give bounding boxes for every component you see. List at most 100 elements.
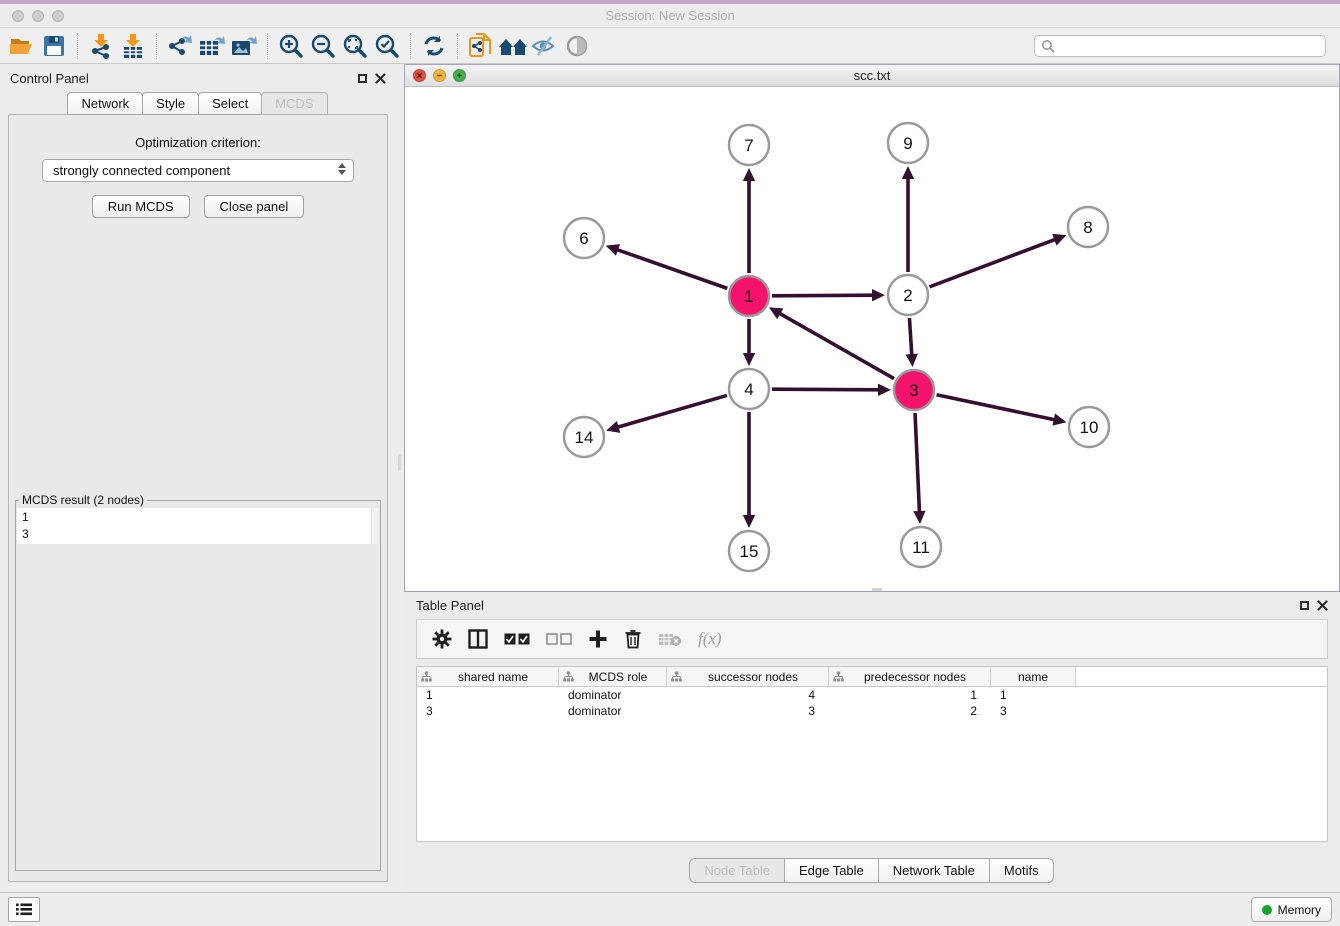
table-toolbar: f(x) <box>416 619 1328 659</box>
close-panel-button[interactable]: Close panel <box>204 195 305 218</box>
delete-column-button[interactable] <box>624 629 642 649</box>
show-columns-button[interactable] <box>468 629 488 649</box>
import-table-button[interactable] <box>117 31 149 61</box>
tab-node-table[interactable]: Node Table <box>689 858 785 883</box>
arrowhead-2-9 <box>902 166 914 179</box>
optimization-criterion-select[interactable]: strongly connected component <box>42 159 354 182</box>
table-row[interactable]: 3dominator323 <box>417 703 1327 719</box>
network-canvas[interactable]: 1 2 3 4 6 7 8 9 10 11 14 15 <box>405 87 1339 591</box>
zoom-selected-button[interactable] <box>371 31 403 61</box>
tab-mcds[interactable]: MCDS <box>261 92 327 115</box>
export-network-button[interactable] <box>164 31 196 61</box>
toolbar-separator <box>267 33 268 59</box>
column-header-name[interactable]: name <box>991 667 1076 687</box>
select-all-columns-button[interactable] <box>504 633 530 645</box>
edge-2-3[interactable] <box>909 318 911 356</box>
column-header-MCDS-role[interactable]: MCDS role <box>559 667 667 687</box>
export-image-button[interactable] <box>228 31 260 61</box>
memory-button[interactable]: Memory <box>1251 897 1332 922</box>
tree-icon <box>671 671 682 682</box>
mcds-result-list[interactable]: 13 <box>17 508 379 544</box>
node-4[interactable]: 4 <box>729 369 769 409</box>
edge-2-8[interactable] <box>930 239 1057 287</box>
edge-3-10[interactable] <box>937 395 1056 420</box>
refresh-button[interactable] <box>418 31 450 61</box>
node-14[interactable]: 14 <box>564 417 604 457</box>
network-maximize-icon[interactable] <box>453 69 466 82</box>
tab-network[interactable]: Network <box>67 92 143 115</box>
float-table-panel-icon[interactable] <box>1300 601 1309 610</box>
node-6[interactable]: 6 <box>564 218 604 258</box>
zoom-in-button[interactable] <box>275 31 307 61</box>
tab-style[interactable]: Style <box>142 92 199 115</box>
node-2[interactable]: 2 <box>888 275 928 315</box>
panel-splitter[interactable] <box>396 64 404 892</box>
table-row[interactable]: 1dominator411 <box>417 687 1327 703</box>
window-controls <box>12 10 64 22</box>
import-network-button[interactable] <box>85 31 117 61</box>
node-1[interactable]: 1 <box>729 276 769 316</box>
edge-4-14[interactable] <box>617 395 727 427</box>
workspace: scc.txt 1234678910111415 Table Panel <box>404 64 1340 892</box>
result-line: 3 <box>22 526 374 543</box>
edge-4-3[interactable] <box>772 389 880 390</box>
zoom-fit-button[interactable] <box>339 31 371 61</box>
column-header-successor-nodes[interactable]: successor nodes <box>667 667 829 687</box>
add-column-button[interactable] <box>588 629 608 649</box>
checked-boxes-icon <box>504 633 530 645</box>
svg-text:2: 2 <box>903 286 912 305</box>
tab-edge-table[interactable]: Edge Table <box>784 858 879 883</box>
column-header-predecessor-nodes[interactable]: predecessor nodes <box>829 667 991 687</box>
task-history-button[interactable] <box>8 897 40 922</box>
run-mcds-button[interactable]: Run MCDS <box>92 195 190 218</box>
edge-1-2[interactable] <box>772 295 874 296</box>
node-9[interactable]: 9 <box>888 123 928 163</box>
tab-motifs[interactable]: Motifs <box>989 858 1054 883</box>
network-minimize-icon[interactable] <box>433 69 446 82</box>
hide-panel-button[interactable] <box>529 31 561 61</box>
edge-3-1[interactable] <box>779 313 894 379</box>
zoom-window-button[interactable] <box>52 10 64 22</box>
main-area: Control Panel NetworkStyleSelectMCDS Opt… <box>0 64 1340 892</box>
svg-text:14: 14 <box>575 428 594 447</box>
toolbar-separator <box>77 33 78 59</box>
open-session-button[interactable] <box>6 31 38 61</box>
app-titlebar: Session: New Session <box>0 4 1340 28</box>
close-panel-icon[interactable] <box>375 73 386 84</box>
show-panel-button[interactable] <box>561 31 593 61</box>
node-3[interactable]: 3 <box>894 370 934 410</box>
splitter-grip[interactable] <box>872 588 882 591</box>
table-settings-button[interactable] <box>432 629 452 649</box>
node-8[interactable]: 8 <box>1068 207 1108 247</box>
close-table-panel-icon[interactable] <box>1317 600 1328 611</box>
node-table[interactable]: shared nameMCDS rolesuccessor nodesprede… <box>416 666 1328 842</box>
home-button[interactable] <box>497 31 529 61</box>
node-7[interactable]: 7 <box>729 125 769 165</box>
eye-icon <box>564 34 590 58</box>
node-10[interactable]: 10 <box>1069 407 1109 447</box>
zoom-out-button[interactable] <box>307 31 339 61</box>
copy-network-style-button[interactable] <box>465 31 497 61</box>
export-table-button[interactable] <box>196 31 228 61</box>
tab-select[interactable]: Select <box>198 92 262 115</box>
node-11[interactable]: 11 <box>901 527 941 567</box>
float-panel-icon[interactable] <box>358 74 367 83</box>
tab-network-table[interactable]: Network Table <box>878 858 990 883</box>
save-session-button[interactable] <box>38 31 70 61</box>
optimization-criterion-label: Optimization criterion: <box>9 135 387 150</box>
node-15[interactable]: 15 <box>729 531 769 571</box>
main-toolbar <box>0 28 1340 64</box>
plus-icon <box>588 629 608 649</box>
clear-all-columns-button[interactable] <box>546 633 572 645</box>
column-header-shared-name[interactable]: shared name <box>417 667 559 687</box>
minimize-window-button[interactable] <box>32 10 44 22</box>
search-input[interactable] <box>1034 35 1326 57</box>
result-scrollbar[interactable] <box>371 508 379 544</box>
cell: 1 <box>417 688 559 702</box>
edge-1-6[interactable] <box>616 249 727 288</box>
cell: 1 <box>991 688 1076 702</box>
close-window-button[interactable] <box>12 10 24 22</box>
network-close-icon[interactable] <box>413 69 426 82</box>
columns-icon <box>468 629 488 649</box>
edge-3-11[interactable] <box>915 413 919 513</box>
